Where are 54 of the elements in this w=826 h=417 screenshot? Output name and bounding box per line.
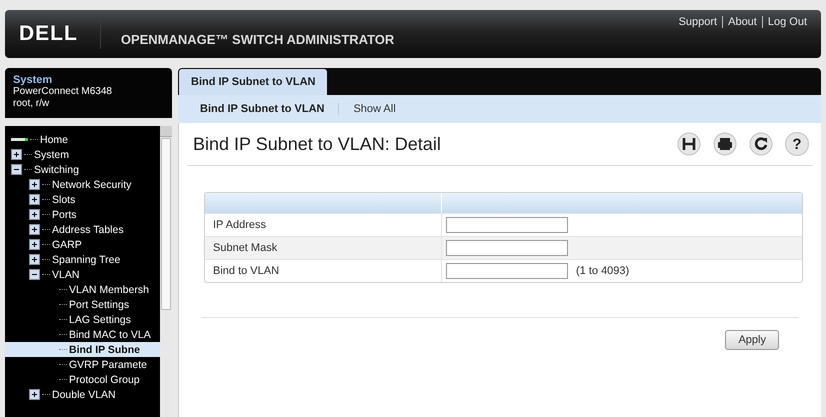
tab[interactable]: Bind IP Subnet to VLAN xyxy=(179,69,328,95)
tree-item[interactable]: LAG Settings xyxy=(5,312,160,327)
subtab[interactable]: Bind IP Subnet to VLAN xyxy=(200,103,324,115)
input-field[interactable] xyxy=(446,217,568,233)
apply-button[interactable]: Apply xyxy=(725,330,779,350)
refresh-icon[interactable] xyxy=(749,132,773,156)
tree-item[interactable]: GVRP Paramete xyxy=(5,357,160,372)
collapse-icon[interactable] xyxy=(11,164,22,175)
scroll-thumb[interactable] xyxy=(161,138,171,310)
tree-item[interactable]: System xyxy=(5,147,160,162)
tree-item[interactable]: Bind MAC to VLA xyxy=(5,327,160,342)
expand-icon[interactable] xyxy=(29,239,40,250)
tree-item[interactable]: Protocol Group xyxy=(5,372,160,387)
printer-icon[interactable] xyxy=(713,132,737,156)
page-title: Bind IP Subnet to VLAN: Detail xyxy=(192,134,441,154)
header-link[interactable]: Log Out xyxy=(762,16,807,28)
home-icon xyxy=(11,138,28,141)
input-field[interactable] xyxy=(446,263,568,279)
expand-icon[interactable] xyxy=(11,149,22,160)
device-name: PowerConnect M6348 xyxy=(13,86,113,98)
expand-icon[interactable] xyxy=(29,224,40,235)
field-label: Subnet Mask xyxy=(205,237,442,259)
expand-icon[interactable] xyxy=(29,254,40,265)
header-link[interactable]: Support xyxy=(678,16,718,28)
tree-item[interactable]: VLAN Membersh xyxy=(5,282,160,297)
tree-item[interactable]: GARP xyxy=(5,237,160,252)
subtab[interactable]: Show All xyxy=(353,103,396,115)
save-icon[interactable] xyxy=(677,132,701,156)
tree-item[interactable]: Bind IP Subne xyxy=(5,342,160,357)
expand-icon[interactable] xyxy=(29,179,40,190)
app-title: OPENMANAGE™ SWITCH ADMINISTRATOR xyxy=(120,32,394,46)
input-field[interactable] xyxy=(446,240,568,256)
tree-item[interactable]: Ports xyxy=(5,207,160,222)
tree-item[interactable]: VLAN xyxy=(5,267,160,282)
tree-item[interactable]: Switching xyxy=(5,162,160,177)
tree-item[interactable]: Double VLAN xyxy=(5,387,160,402)
help-icon[interactable]: ? xyxy=(785,132,809,156)
user-info: root, r/w xyxy=(13,98,50,110)
tree-item[interactable]: Spanning Tree xyxy=(5,252,160,267)
dell-logo: DELL xyxy=(5,19,101,49)
range-hint: (1 to 4093) xyxy=(576,265,630,277)
system-title: System xyxy=(13,74,54,86)
scrollbar[interactable] xyxy=(160,126,172,417)
expand-icon[interactable] xyxy=(29,209,40,220)
tree-item[interactable]: Port Settings xyxy=(5,297,160,312)
expand-icon[interactable] xyxy=(29,194,40,205)
tree-item[interactable]: Address Tables xyxy=(5,222,160,237)
collapse-icon[interactable] xyxy=(29,269,40,280)
tree-item[interactable]: Slots xyxy=(5,192,160,207)
tree-item[interactable]: Home xyxy=(5,132,160,147)
expand-icon[interactable] xyxy=(29,389,40,400)
header-link[interactable]: About xyxy=(722,16,757,28)
field-label: Bind to VLAN xyxy=(205,260,442,282)
tree-item[interactable]: Network Security xyxy=(5,177,160,192)
